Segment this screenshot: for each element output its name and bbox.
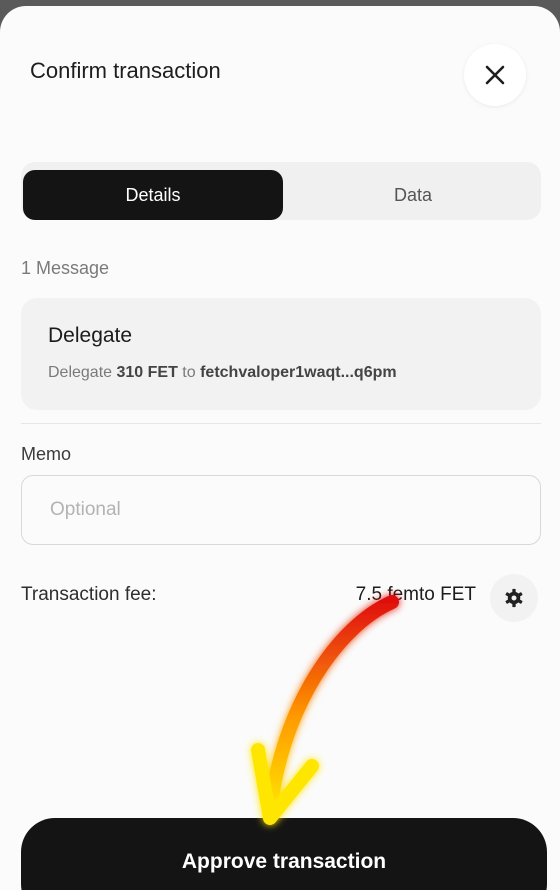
gear-icon: [505, 588, 523, 608]
memo-input[interactable]: [21, 475, 541, 545]
close-button[interactable]: [464, 44, 526, 106]
fee-settings-button[interactable]: [490, 574, 538, 622]
approve-transaction-button[interactable]: Approve transaction: [21, 818, 547, 890]
memo-label: Memo: [21, 444, 72, 464]
tab-details[interactable]: Details: [23, 170, 283, 220]
divider: [21, 423, 541, 424]
message-prefix: Delegate: [48, 364, 117, 381]
fee-value: 7.5 femto FET: [355, 584, 476, 605]
confirm-transaction-sheet: Confirm transaction Details Data 1 Messa…: [0, 6, 560, 890]
message-title: Delegate: [48, 324, 133, 347]
tab-bar: Details Data: [21, 162, 541, 220]
tab-data[interactable]: Data: [283, 170, 543, 220]
message-amount: 310 FET: [116, 364, 178, 381]
message-validator: fetchvaloper1waqt...q6pm: [200, 364, 397, 381]
message-connector: to: [177, 364, 201, 381]
page-title: Confirm transaction: [30, 58, 221, 83]
message-count: 1 Message: [21, 258, 110, 278]
fee-label: Transaction fee:: [21, 584, 157, 605]
close-icon: [485, 65, 505, 85]
message-card: Delegate Delegate 310 FET to fetchvalope…: [21, 298, 541, 410]
message-description: Delegate 310 FET to fetchvaloper1waqt...…: [48, 364, 397, 382]
annotation-arrow-icon: [251, 595, 399, 825]
